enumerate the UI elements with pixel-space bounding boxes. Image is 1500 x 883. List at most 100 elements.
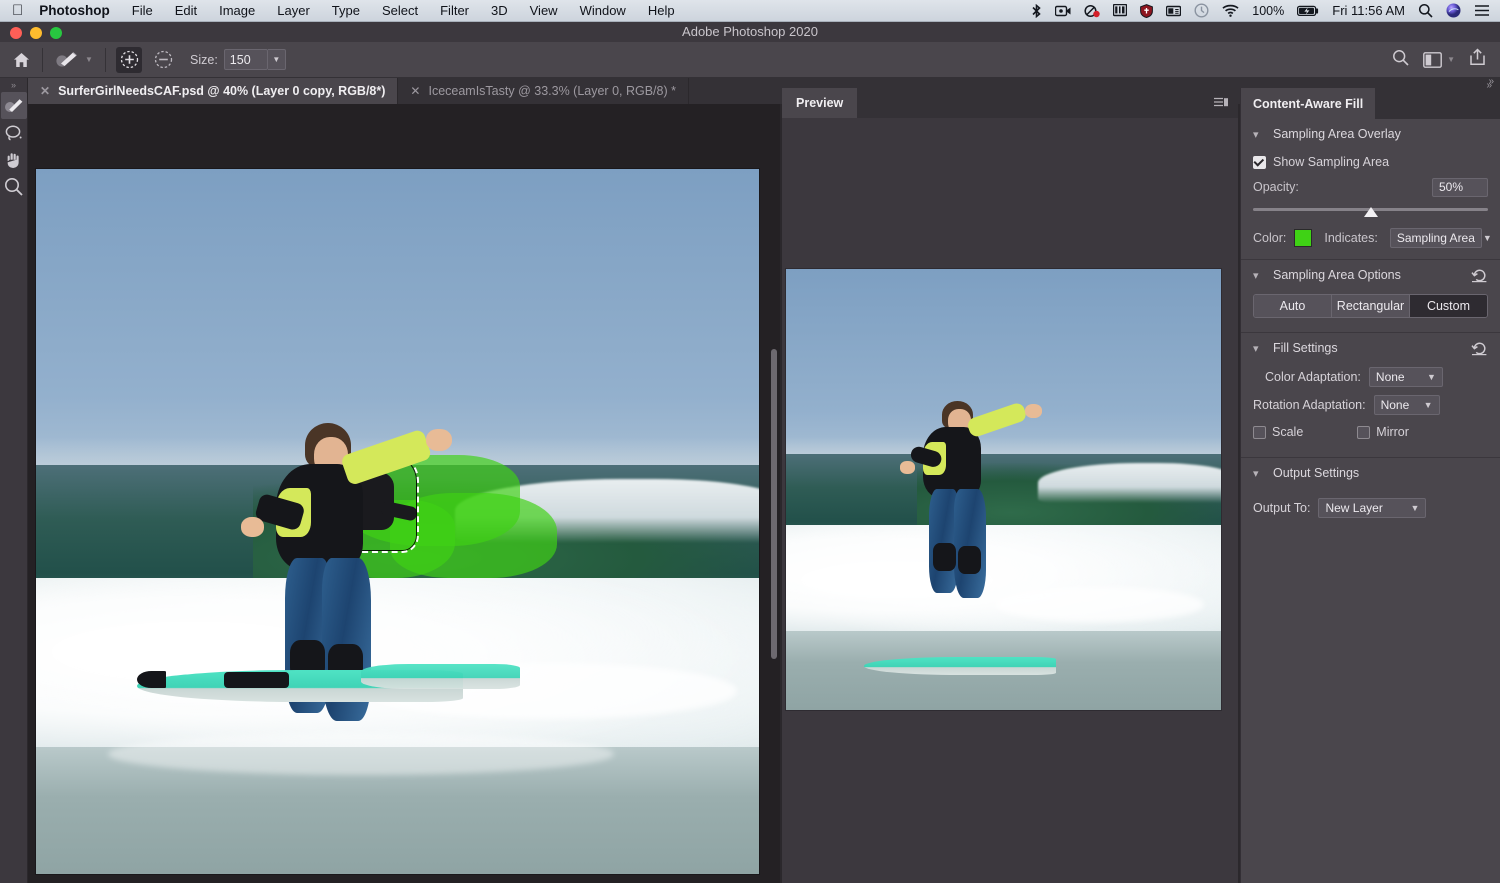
chevron-down-icon[interactable]: ▼ bbox=[85, 55, 93, 64]
sampling-mode-rectangular[interactable]: Rectangular bbox=[1332, 295, 1410, 317]
dropbox-icon[interactable] bbox=[1084, 4, 1100, 18]
menu-edit[interactable]: Edit bbox=[175, 3, 197, 18]
color-adaptation-dropdown[interactable]: None ▼ bbox=[1369, 367, 1443, 387]
photoshop-window:  Photoshop File Edit Image Layer Type S… bbox=[0, 0, 1500, 883]
share-icon[interactable] bbox=[1469, 48, 1486, 71]
expand-tools-icon[interactable]: » bbox=[11, 78, 16, 92]
scrollbar-thumb[interactable] bbox=[771, 349, 777, 659]
menu-image[interactable]: Image bbox=[219, 3, 255, 18]
workspace-layout-icon[interactable]: ▼ bbox=[1423, 52, 1455, 68]
subtract-from-sampling-area-icon[interactable] bbox=[150, 47, 176, 73]
document-tab-label: SurferGirlNeedsCAF.psd @ 40% (Layer 0 co… bbox=[58, 84, 385, 98]
menu-view[interactable]: View bbox=[530, 3, 558, 18]
color-adaptation-value: None bbox=[1376, 370, 1419, 384]
reset-icon[interactable] bbox=[1471, 268, 1488, 283]
chevron-down-icon[interactable]: ▾ bbox=[1253, 128, 1263, 141]
section-sampling-area-options[interactable]: ▾ Sampling Area Options bbox=[1241, 260, 1500, 290]
chevron-down-icon[interactable]: ▾ bbox=[1253, 269, 1263, 282]
opacity-input[interactable]: 50% bbox=[1432, 178, 1488, 197]
reset-icon[interactable] bbox=[1471, 341, 1488, 356]
hand-tool[interactable] bbox=[1, 146, 27, 173]
surfer-subject bbox=[908, 401, 1099, 674]
surfer-subject bbox=[253, 423, 542, 832]
expand-panel-icon[interactable]: » bbox=[1488, 76, 1494, 87]
indicates-dropdown[interactable]: Sampling Area ▼ bbox=[1390, 228, 1482, 248]
document-tab-surfergirl[interactable]: ✕ SurferGirlNeedsCAF.psd @ 40% (Layer 0 … bbox=[28, 78, 398, 104]
tab-content-aware-fill[interactable]: Content-Aware Fill bbox=[1241, 88, 1375, 119]
home-icon[interactable] bbox=[0, 42, 42, 78]
surfer-left-knee-pad bbox=[933, 543, 956, 570]
menu-layer[interactable]: Layer bbox=[277, 3, 310, 18]
antivirus-icon[interactable] bbox=[1140, 4, 1153, 18]
menu-bar-clock[interactable]: Fri 11:56 AM bbox=[1332, 3, 1405, 18]
sampling-area-mode-segments: Auto Rectangular Custom bbox=[1253, 294, 1488, 318]
size-dropdown-icon[interactable]: ▼ bbox=[268, 49, 286, 70]
chevron-down-icon[interactable]: ▼ bbox=[1447, 55, 1455, 64]
menu-photoshop[interactable]: Photoshop bbox=[39, 3, 110, 18]
opacity-row: Opacity: 50% bbox=[1241, 175, 1500, 199]
sampling-brush-tool[interactable] bbox=[1, 92, 27, 119]
color-adaptation-label: Color Adaptation: bbox=[1265, 370, 1361, 384]
bluetooth-icon[interactable] bbox=[1031, 4, 1042, 18]
sampling-mode-auto[interactable]: Auto bbox=[1254, 295, 1332, 317]
slider-thumb[interactable] bbox=[1364, 207, 1378, 217]
time-machine-icon[interactable] bbox=[1194, 3, 1209, 18]
panel-menu-icon[interactable] bbox=[1214, 88, 1238, 118]
battery-charging-icon[interactable] bbox=[1297, 5, 1319, 17]
overlay-color-swatch[interactable] bbox=[1294, 229, 1312, 247]
menu-select[interactable]: Select bbox=[382, 3, 418, 18]
menu-type[interactable]: Type bbox=[332, 3, 360, 18]
canvas-area[interactable] bbox=[28, 104, 780, 883]
brush-preset-icon[interactable]: ▼ bbox=[43, 42, 105, 78]
document-tab-iceceam[interactable]: ✕ IceceamIsTasty @ 33.3% (Layer 0, RGB/8… bbox=[398, 78, 689, 104]
wifi-icon[interactable] bbox=[1222, 4, 1239, 17]
menu-window[interactable]: Window bbox=[580, 3, 626, 18]
apple-menu-icon[interactable]:  bbox=[12, 3, 23, 18]
menu-help[interactable]: Help bbox=[648, 3, 675, 18]
preview-image[interactable] bbox=[785, 268, 1222, 711]
zoom-tool[interactable] bbox=[1, 173, 27, 200]
surfer-right-leg bbox=[954, 489, 987, 598]
output-to-dropdown[interactable]: New Layer ▼ bbox=[1318, 498, 1426, 518]
chevron-down-icon: ▼ bbox=[1483, 233, 1492, 243]
add-to-sampling-area-icon[interactable] bbox=[116, 47, 142, 73]
output-to-value: New Layer bbox=[1325, 501, 1402, 515]
search-icon[interactable] bbox=[1392, 49, 1409, 71]
close-icon[interactable]: ✕ bbox=[40, 84, 50, 98]
menu-filter[interactable]: Filter bbox=[440, 3, 469, 18]
rotation-adaptation-dropdown[interactable]: None ▼ bbox=[1374, 395, 1440, 415]
section-sampling-area-overlay[interactable]: ▾ Sampling Area Overlay bbox=[1241, 119, 1500, 149]
mirror-checkbox-group[interactable]: Mirror bbox=[1357, 425, 1409, 439]
keyboard-icon[interactable] bbox=[1166, 5, 1181, 17]
menu-file[interactable]: File bbox=[132, 3, 153, 18]
size-input[interactable]: 150 bbox=[224, 49, 268, 70]
show-sampling-area-checkbox[interactable] bbox=[1253, 156, 1266, 169]
chevron-down-icon[interactable]: ▾ bbox=[1253, 342, 1263, 355]
scale-checkbox[interactable] bbox=[1253, 426, 1266, 439]
show-sampling-area-row[interactable]: Show Sampling Area bbox=[1241, 149, 1500, 175]
lasso-tool[interactable] bbox=[1, 119, 27, 146]
section-fill-settings[interactable]: ▾ Fill Settings bbox=[1241, 333, 1500, 363]
screen-record-icon[interactable] bbox=[1055, 5, 1071, 17]
canvas-vertical-scrollbar[interactable] bbox=[770, 104, 778, 883]
document-canvas-image[interactable] bbox=[35, 168, 760, 875]
scale-checkbox-group[interactable]: Scale bbox=[1253, 425, 1303, 439]
siri-icon[interactable] bbox=[1446, 3, 1461, 18]
close-icon[interactable]: ✕ bbox=[410, 84, 420, 98]
tab-preview[interactable]: Preview bbox=[782, 88, 857, 118]
control-center-icon[interactable] bbox=[1474, 4, 1490, 17]
surfboard-tail-stripe bbox=[224, 672, 289, 688]
spotlight-search-icon[interactable] bbox=[1418, 3, 1433, 18]
surfer-right-hand bbox=[426, 429, 452, 451]
chevron-down-icon[interactable]: ▾ bbox=[1253, 467, 1263, 480]
section-output-settings[interactable]: ▾ Output Settings bbox=[1241, 458, 1500, 488]
mirror-checkbox[interactable] bbox=[1357, 426, 1370, 439]
battery-percentage: 100% bbox=[1252, 4, 1284, 18]
menu-3d[interactable]: 3D bbox=[491, 3, 508, 18]
display-icon[interactable] bbox=[1113, 4, 1127, 17]
sampling-mode-custom[interactable]: Custom bbox=[1410, 295, 1487, 317]
options-bar: ▼ Size: 150 ▼ bbox=[0, 42, 1500, 78]
opacity-slider[interactable] bbox=[1241, 199, 1500, 223]
surfer-left-hand bbox=[241, 517, 264, 537]
chevron-down-icon: ▼ bbox=[1427, 372, 1436, 382]
